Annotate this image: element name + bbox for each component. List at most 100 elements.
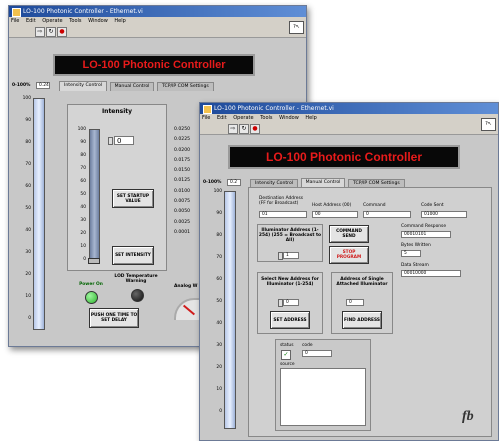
illuminator-address-field[interactable]: 1 — [283, 252, 299, 259]
context-help-icon[interactable]: ?↖ — [289, 21, 304, 34]
intensity-slider[interactable] — [89, 129, 100, 261]
scale-tick: 0 — [28, 316, 31, 321]
back-level-slider[interactable] — [33, 98, 45, 330]
single-attached-address-label: Address of Single Attached Illuminator — [336, 277, 388, 287]
single-attached-address-group: Address of Single Attached Illuminator 0… — [331, 272, 393, 334]
run-continuous-icon[interactable]: ↻ — [46, 27, 56, 37]
run-arrow-icon[interactable]: ⇨ — [35, 27, 45, 37]
code-sent-field: 01000 — [421, 211, 467, 218]
find-address-button[interactable]: FIND ADDRESS — [342, 311, 382, 329]
scale-tick: 40 — [25, 228, 31, 233]
abort-icon[interactable]: ● — [250, 124, 260, 134]
readout-value: 0.0075 — [174, 199, 191, 205]
manual-control-panel: Destination Address (FF for Broadcast) 0… — [248, 187, 492, 437]
intensity-tick: 60 — [80, 179, 86, 184]
menu-help[interactable]: Help — [114, 18, 125, 24]
front-toolbar: ⇨ ↻ ● — [200, 123, 498, 135]
intensity-tick: 80 — [80, 153, 86, 158]
gauge-needle — [182, 304, 196, 316]
host-address-label: Host Address (00) — [312, 203, 352, 208]
scale-value: 0.24 — [36, 82, 50, 89]
scale-tick: 90 — [25, 118, 31, 123]
error-status-cluster: status ✓ code 0 source — [275, 339, 371, 431]
front-level-slider[interactable] — [224, 191, 236, 429]
bytes-written-label: Bytes Written — [401, 243, 431, 248]
command-send-button[interactable]: COMMAND SEND — [329, 225, 369, 243]
menu-tools[interactable]: Tools — [260, 115, 272, 121]
scale-tick: 70 — [25, 162, 31, 167]
code-field: 0 — [302, 350, 332, 357]
scale-value: 0.2 — [227, 179, 241, 186]
back-window-titlebar[interactable]: LO-100 Photonic Controller - Ethernet.vi — [9, 6, 306, 17]
illuminator-address-label: Illuminator Address (1-254) (255 = Broad… — [258, 228, 322, 243]
set-startup-value-button[interactable]: SET STARTUP VALUE — [112, 189, 154, 208]
intensity-label: Intensity — [101, 108, 133, 115]
stop-program-button[interactable]: STOP PROGRAM — [329, 246, 369, 264]
context-help-icon[interactable]: ?↖ — [481, 118, 496, 131]
scale-tick: 30 — [216, 343, 222, 348]
scale-tick: 90 — [216, 211, 222, 216]
code-sent-label: Code Sent — [421, 203, 444, 208]
window-title: LO-100 Photonic Controller - Ethernet.vi — [23, 8, 143, 15]
tab-tcpip-settings[interactable]: TCP/IP COM Settings — [157, 82, 214, 91]
intensity-tick: 70 — [80, 166, 86, 171]
bytes-written-field: 5 — [401, 250, 421, 257]
intensity-tick: 100 — [77, 127, 86, 132]
menu-help[interactable]: Help — [305, 115, 316, 121]
tab-manual-control[interactable]: Manual Control — [109, 82, 155, 91]
company-logo: fb — [462, 409, 474, 424]
single-attached-address-field: 0 — [346, 299, 364, 306]
menu-window[interactable]: Window — [279, 115, 299, 121]
run-continuous-icon[interactable]: ↻ — [239, 124, 249, 134]
set-intensity-button[interactable]: SET INTENSITY — [112, 246, 154, 265]
intensity-scale: 100 90 80 70 60 50 40 30 20 10 0 — [70, 127, 86, 267]
intensity-tick: 10 — [80, 244, 86, 249]
tab-intensity-control[interactable]: Intensity Control — [59, 81, 108, 91]
window-title: LO-100 Photonic Controller - Ethernet.vi — [214, 105, 334, 112]
menu-edit[interactable]: Edit — [217, 115, 227, 121]
analog-gauge-icon — [174, 298, 200, 320]
menu-file[interactable]: File — [202, 115, 210, 121]
command-response-field: 00010101 — [401, 231, 451, 238]
status-label: status — [280, 343, 294, 348]
intensity-spinner[interactable] — [108, 137, 113, 145]
intensity-panel: Intensity 100 90 80 70 60 50 40 30 20 10… — [67, 104, 167, 271]
status-check-icon: ✓ — [281, 350, 291, 360]
abort-icon[interactable]: ● — [57, 27, 67, 37]
menu-operate[interactable]: Operate — [233, 115, 253, 121]
scale-tick: 50 — [216, 299, 222, 304]
set-address-button[interactable]: SET ADDRESS — [270, 311, 310, 329]
readout-column: 0.0250 0.0225 0.0200 0.0175 0.0150 0.012… — [174, 125, 190, 238]
front-menubar: File Edit Operate Tools Window Help — [200, 114, 498, 123]
back-menubar: File Edit Operate Tools Window Help — [9, 17, 306, 26]
readout-value: 0.0250 — [174, 127, 191, 132]
scale-tick: 100 — [213, 189, 222, 194]
push-once-set-delay-button[interactable]: PUSH ONE TIME TO SET DELAY — [89, 308, 139, 328]
menu-operate[interactable]: Operate — [42, 18, 62, 24]
destination-address-field[interactable]: 01 — [259, 211, 307, 218]
readout-value: 0.0225 — [174, 137, 191, 143]
scale-tick: 100 — [22, 96, 31, 101]
intensity-input[interactable]: 0 — [114, 136, 134, 145]
analog-label: Analog W — [174, 284, 198, 289]
code-label: code — [302, 343, 313, 348]
scale-tick: 50 — [25, 206, 31, 211]
menu-window[interactable]: Window — [88, 18, 108, 24]
data-stream-field: 00010000 — [401, 270, 461, 277]
menu-tools[interactable]: Tools — [69, 18, 81, 24]
front-window-titlebar[interactable]: LO-100 Photonic Controller - Ethernet.vi — [200, 103, 498, 114]
command-field[interactable]: 0 — [363, 211, 411, 218]
run-arrow-icon[interactable]: ⇨ — [228, 124, 238, 134]
intensity-tick: 0 — [83, 257, 86, 262]
intensity-slider-thumb[interactable] — [88, 258, 100, 264]
scale-tick: 60 — [216, 277, 222, 282]
scale-tick: 10 — [25, 294, 31, 299]
host-address-field[interactable]: 00 — [312, 211, 358, 218]
select-new-address-field[interactable]: 0 — [283, 299, 299, 306]
front-window: LO-100 Photonic Controller - Ethernet.vi… — [199, 102, 499, 441]
menu-file[interactable]: File — [11, 18, 19, 24]
readout-value: 0.0200 — [174, 147, 191, 153]
intensity-tick: 50 — [80, 192, 86, 197]
menu-edit[interactable]: Edit — [26, 18, 36, 24]
back-toolbar: ⇨ ↻ ● — [9, 26, 306, 38]
